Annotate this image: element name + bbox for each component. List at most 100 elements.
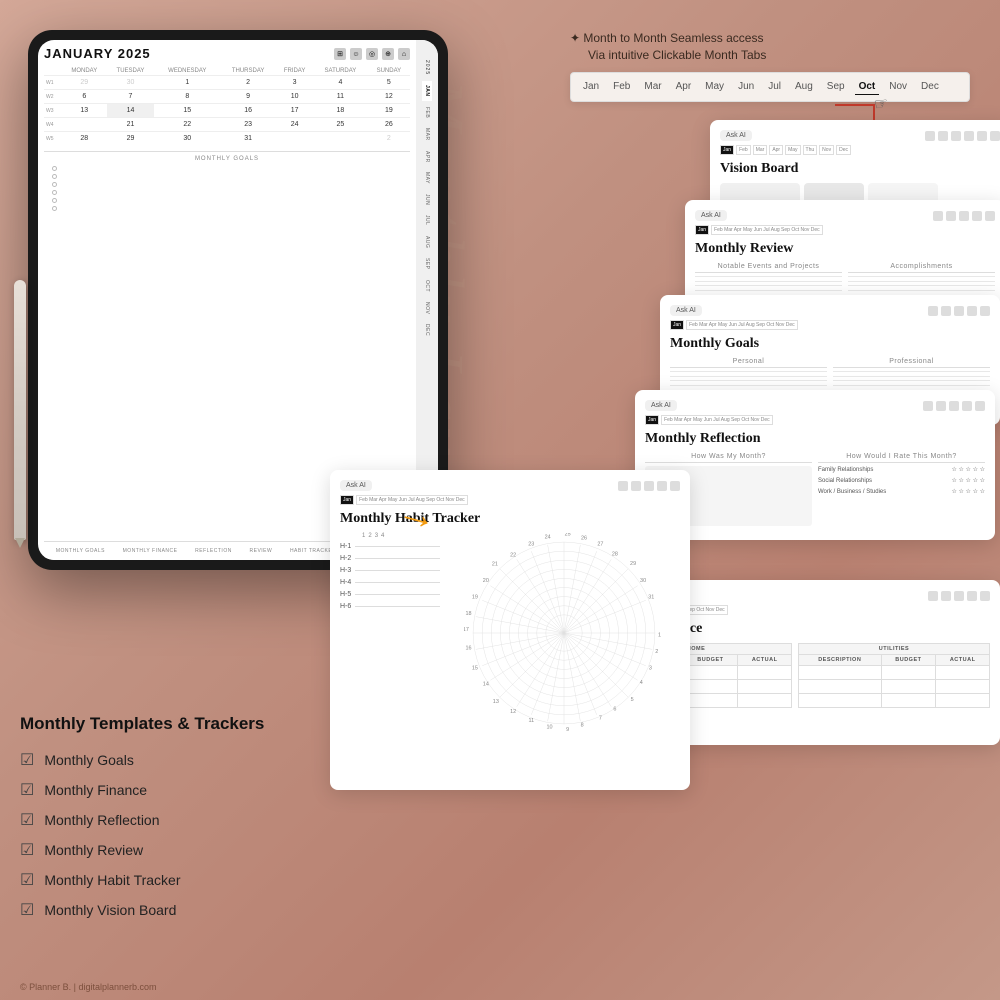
tab-jul[interactable]: Jul <box>764 79 785 94</box>
hci-2[interactable] <box>631 481 641 491</box>
rci-1[interactable] <box>933 211 943 221</box>
sat-header: SATURDAY <box>313 67 368 76</box>
nav-reflection[interactable]: REFLECTION <box>192 546 235 556</box>
nav-monthly-finance[interactable]: MONTHLY FINANCE <box>120 546 181 556</box>
sidebar-oct[interactable]: OCT <box>422 276 432 296</box>
rci-4[interactable] <box>972 211 982 221</box>
nav-review[interactable]: REVIEW <box>247 546 276 556</box>
sidebar-jan[interactable]: JAN <box>422 81 432 101</box>
mt-nov2[interactable]: Nov <box>819 145 834 155</box>
gci-1[interactable] <box>928 306 938 316</box>
tab-apr[interactable]: Apr <box>672 79 696 94</box>
ask-ai-btn-goals[interactable]: Ask AI <box>670 305 702 316</box>
tab-oct[interactable]: Oct <box>855 79 880 95</box>
icon-2[interactable]: ☺ <box>350 48 362 60</box>
mt-mar[interactable]: Mar <box>753 145 768 155</box>
goals-card-icons <box>928 306 990 316</box>
ci-2[interactable] <box>938 131 948 141</box>
sidebar-feb[interactable]: FEB <box>422 103 432 122</box>
ci-3[interactable] <box>951 131 961 141</box>
calendar-grid: MONDAY TUESDAY WEDNESDAY THURSDAY FRIDAY… <box>44 67 410 145</box>
card-icons <box>925 131 1000 141</box>
ci-4[interactable] <box>964 131 974 141</box>
tab-aug[interactable]: Aug <box>791 79 817 94</box>
refmt-rest[interactable]: Feb Mar Apr May Jun Jul Aug Sep Oct Nov … <box>661 415 773 425</box>
goal-item-6 <box>52 206 410 211</box>
rating-1: Family Relationships ☆ ☆ ☆ ☆ ☆ <box>818 466 985 473</box>
svg-text:26: 26 <box>581 535 587 541</box>
svg-text:22: 22 <box>510 553 516 559</box>
reflci-3[interactable] <box>949 401 959 411</box>
rmt-jan[interactable]: Jan <box>695 225 709 235</box>
tab-sep[interactable]: Sep <box>823 79 849 94</box>
rci-3[interactable] <box>959 211 969 221</box>
red-line-h <box>835 104 875 106</box>
tab-jun[interactable]: Jun <box>734 79 758 94</box>
mt-thu[interactable]: Thu <box>803 145 818 155</box>
ci-1[interactable] <box>925 131 935 141</box>
gmt-1[interactable]: Jan <box>670 320 684 330</box>
sidebar-dec[interactable]: DEC <box>422 320 432 340</box>
tab-may[interactable]: May <box>701 79 728 94</box>
reflci-4[interactable] <box>962 401 972 411</box>
ci-5[interactable] <box>977 131 987 141</box>
sidebar-jun[interactable]: JUN <box>422 190 432 209</box>
mt-may[interactable]: May <box>785 145 800 155</box>
sidebar-jul[interactable]: JUL <box>422 211 432 229</box>
svg-text:14: 14 <box>483 682 489 688</box>
fci-1[interactable] <box>928 591 938 601</box>
habit-row-6: H-6 <box>340 603 440 610</box>
mt-jan[interactable]: Jan <box>720 145 734 155</box>
gci-4[interactable] <box>967 306 977 316</box>
icon-1[interactable]: ⊞ <box>334 48 346 60</box>
circular-habit-chart: 1 2 3 4 5 6 7 8 9 10 11 12 13 14 15 16 1… <box>464 533 664 733</box>
icon-4[interactable]: ⊕ <box>382 48 394 60</box>
tab-nov[interactable]: Nov <box>885 79 911 94</box>
mt-feb[interactable]: Feb <box>736 145 751 155</box>
gci-5[interactable] <box>980 306 990 316</box>
svg-text:3: 3 <box>649 665 652 671</box>
reflection-col2-header: How Would I Rate This Month? <box>818 453 985 463</box>
sidebar-apr[interactable]: APR <box>422 147 432 167</box>
ci-6[interactable] <box>990 131 1000 141</box>
rmt-feb[interactable]: Feb Mar Apr May Jun Jul Aug Sep Oct Nov … <box>711 225 823 235</box>
ask-ai-btn-review[interactable]: Ask AI <box>695 210 727 221</box>
tab-dec[interactable]: Dec <box>917 79 943 94</box>
tab-mar[interactable]: Mar <box>640 79 665 94</box>
reflci-2[interactable] <box>936 401 946 411</box>
reflci-5[interactable] <box>975 401 985 411</box>
rating-3-label: Work / Business / Studies <box>818 489 886 495</box>
sidebar-mar[interactable]: MAR <box>422 124 432 145</box>
mt-dec2[interactable]: Dec <box>836 145 851 155</box>
icon-3[interactable]: ◎ <box>366 48 378 60</box>
sidebar-may[interactable]: MAY <box>422 168 432 188</box>
hmt-1[interactable]: Jan <box>340 495 354 505</box>
sidebar-nov[interactable]: NOV <box>422 298 432 318</box>
gci-3[interactable] <box>954 306 964 316</box>
rci-2[interactable] <box>946 211 956 221</box>
ask-ai-btn[interactable]: Ask AI <box>720 130 752 141</box>
hci-3[interactable] <box>644 481 654 491</box>
vision-toolbar: Ask AI <box>720 130 1000 141</box>
icon-5[interactable]: ⌂ <box>398 48 410 60</box>
rci-5[interactable] <box>985 211 995 221</box>
reflci-1[interactable] <box>923 401 933 411</box>
tab-jan[interactable]: Jan <box>579 79 603 94</box>
fci-4[interactable] <box>967 591 977 601</box>
hci-5[interactable] <box>670 481 680 491</box>
sidebar-aug[interactable]: AUG <box>422 232 432 252</box>
ask-ai-btn-habit[interactable]: Ask AI <box>340 480 372 491</box>
gci-2[interactable] <box>941 306 951 316</box>
fci-3[interactable] <box>954 591 964 601</box>
gmt-rest[interactable]: Feb Mar Apr May Jun Jul Aug Sep Oct Nov … <box>686 320 798 330</box>
refmt-1[interactable]: Jan <box>645 415 659 425</box>
hci-1[interactable] <box>618 481 628 491</box>
nav-monthly-goals[interactable]: MONTHLY GOALS <box>53 546 108 556</box>
fci-5[interactable] <box>980 591 990 601</box>
hci-4[interactable] <box>657 481 667 491</box>
mt-apr[interactable]: Apr <box>769 145 783 155</box>
sidebar-sep[interactable]: SEP <box>422 254 432 274</box>
fci-2[interactable] <box>941 591 951 601</box>
ask-ai-btn-reflection[interactable]: Ask AI <box>645 400 677 411</box>
tab-feb[interactable]: Feb <box>609 79 634 94</box>
